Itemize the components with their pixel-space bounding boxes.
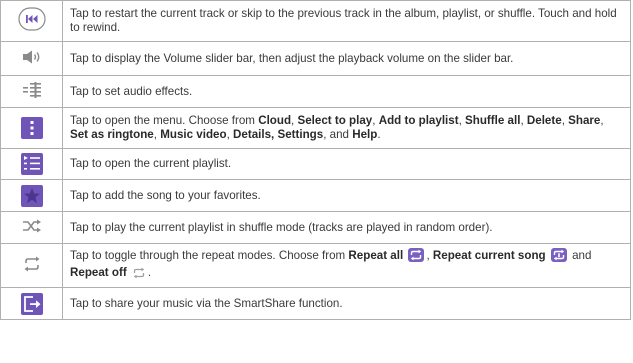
- menu-icon: [20, 117, 43, 139]
- description-cell: Tap to open the current playlist.: [62, 148, 631, 180]
- icon-cell: [0, 41, 63, 76]
- icon-cell: [0, 0, 63, 42]
- share-icon: [20, 292, 43, 315]
- separator: , and: [323, 128, 353, 141]
- description-cell: Tap to toggle through the repeat modes. …: [62, 243, 631, 288]
- menu-option-details-settings: Details, Settings: [233, 128, 324, 141]
- table-row: Tap to restart the current track or skip…: [0, 0, 631, 42]
- menu-option-music-video: Music video: [160, 128, 227, 141]
- icon-cell: [0, 179, 63, 212]
- table-row: Tap to open the menu. Choose from Cloud,…: [0, 107, 631, 149]
- description-cell: Tap to share your music via the SmartSha…: [62, 287, 631, 320]
- repeat-all-icon: [408, 248, 425, 266]
- repeat-option-current-song: Repeat current song: [432, 249, 546, 262]
- repeat-current-icon: [550, 248, 567, 266]
- menu-option-cloud: Cloud: [258, 114, 292, 127]
- menu-option-set-as-ringtone: Set as ringtone: [70, 128, 154, 141]
- menu-option-shuffle-all: Shuffle all: [465, 114, 521, 127]
- rewind-previous-icon: [17, 7, 46, 35]
- shuffle-icon: [22, 218, 42, 238]
- repeat-text-intro: Tap to toggle through the repeat modes. …: [70, 249, 349, 262]
- menu-option-share: Share: [568, 114, 601, 127]
- repeat-option-all: Repeat all: [348, 249, 404, 262]
- audio-effects-icon: [22, 81, 42, 103]
- repeat-option-off: Repeat off: [70, 266, 127, 279]
- separator: and: [568, 249, 592, 262]
- controls-reference-table: Tap to restart the current track or skip…: [0, 0, 631, 320]
- description-cell: Tap to play the current playlist in shuf…: [62, 211, 631, 244]
- icon-cell: [0, 107, 63, 149]
- repeat-off-icon: [132, 267, 146, 283]
- table-row: Tap to open the current playlist.: [0, 148, 631, 180]
- menu-option-delete: Delete: [526, 114, 562, 127]
- description-cell: Tap to open the menu. Choose from Cloud,…: [62, 107, 631, 149]
- table-row: Tap to play the current playlist in shuf…: [0, 211, 631, 244]
- description-cell: Tap to add the song to your favorites.: [62, 179, 631, 212]
- table-row: Tap to set audio effects.: [0, 75, 631, 108]
- playlist-icon: [20, 153, 43, 175]
- menu-option-help: Help: [352, 128, 378, 141]
- table-row: Tap to display the Volume slider bar, th…: [0, 41, 631, 76]
- table-row: Tap to share your music via the SmartSha…: [0, 287, 631, 320]
- icon-cell: [0, 75, 63, 108]
- description-cell: Tap to set audio effects.: [62, 75, 631, 108]
- volume-icon: [21, 49, 43, 69]
- separator: ,: [600, 114, 604, 127]
- icon-cell: [0, 287, 63, 320]
- description-cell: Tap to display the Volume slider bar, th…: [62, 41, 631, 76]
- menu-text-intro: Tap to open the menu. Choose from: [70, 114, 259, 127]
- icon-cell: [0, 243, 63, 288]
- separator: .: [377, 128, 381, 141]
- table-row: Tap to toggle through the repeat modes. …: [0, 243, 631, 288]
- favorite-star-icon: [20, 184, 43, 207]
- table-row: Tap to add the song to your favorites.: [0, 179, 631, 212]
- icon-cell: [0, 148, 63, 180]
- menu-option-select-to-play: Select to play: [297, 114, 373, 127]
- repeat-icon: [23, 256, 41, 276]
- separator: .: [147, 266, 152, 279]
- description-cell: Tap to restart the current track or skip…: [62, 0, 631, 42]
- icon-cell: [0, 211, 63, 244]
- menu-option-add-to-playlist: Add to playlist: [378, 114, 459, 127]
